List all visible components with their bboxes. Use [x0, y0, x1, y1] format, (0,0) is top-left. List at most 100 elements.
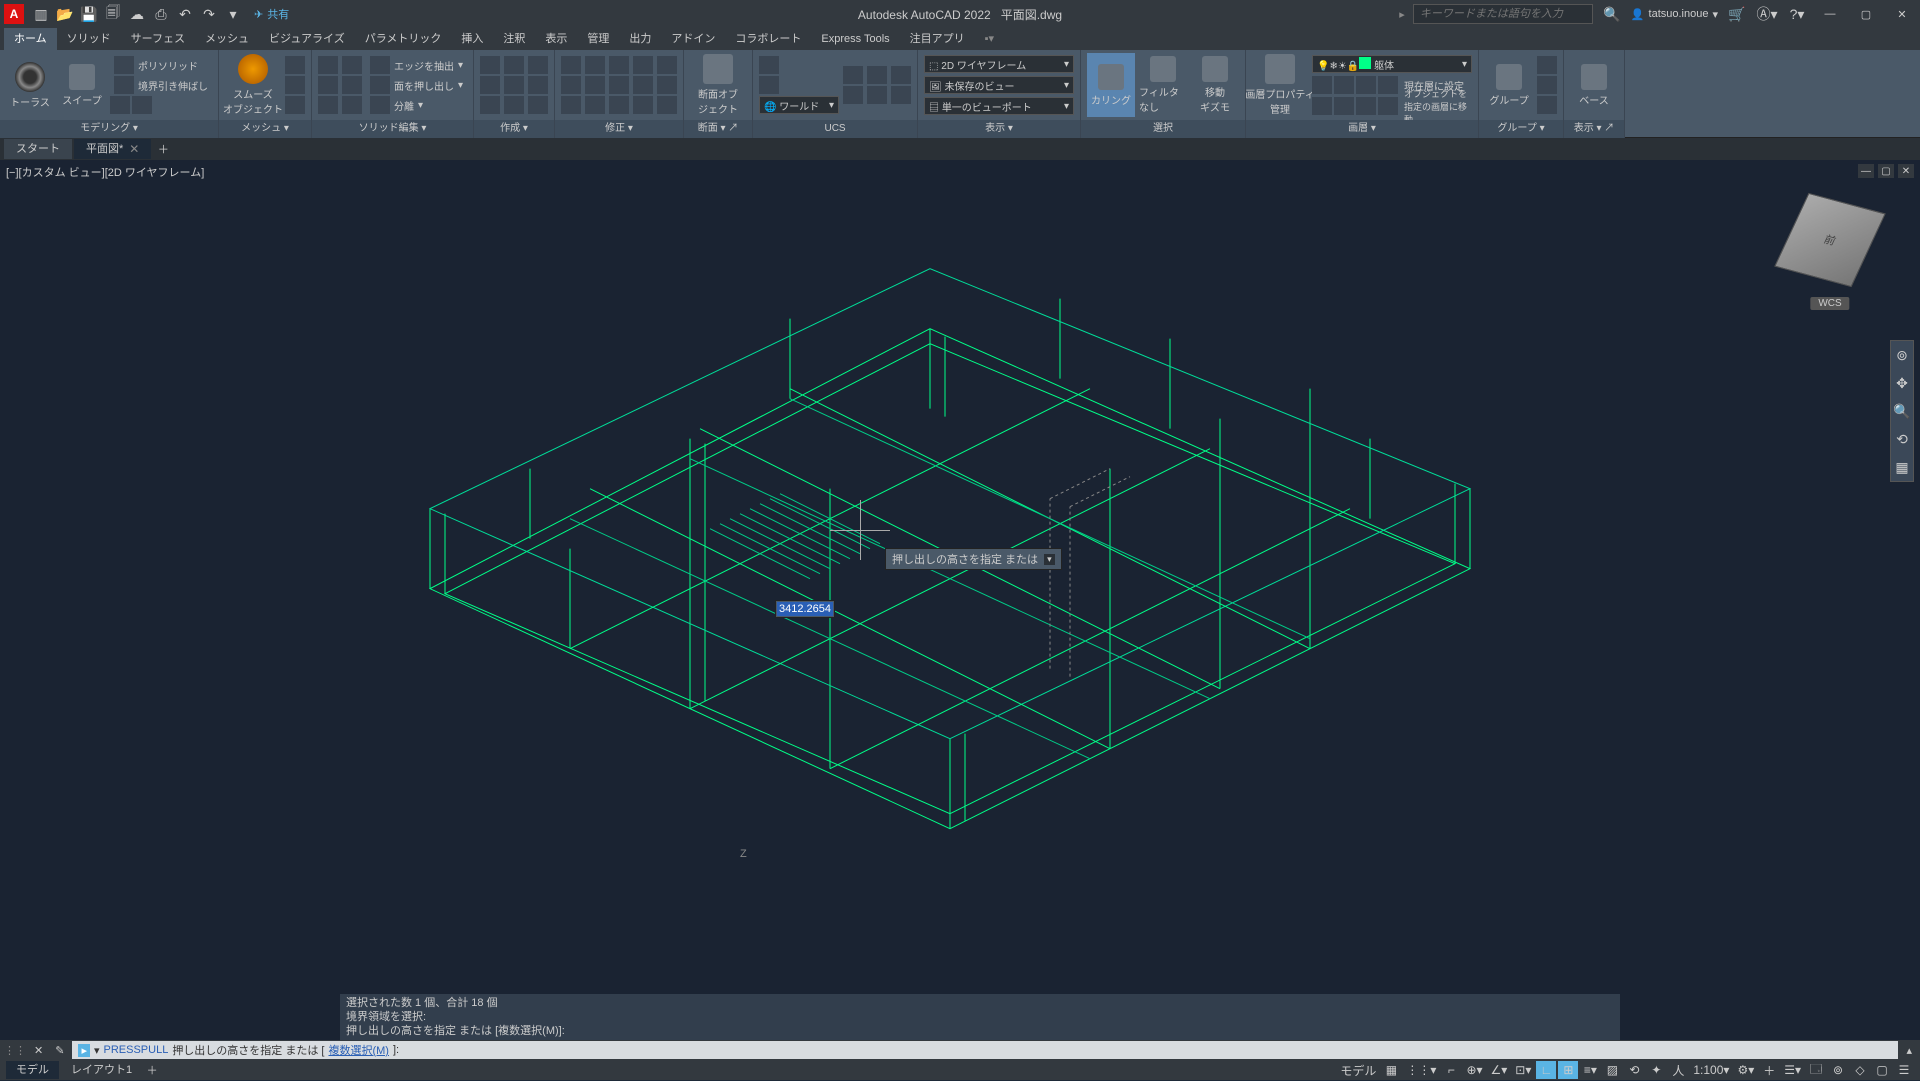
filter-button[interactable]: フィルタなし — [1139, 53, 1187, 117]
qat-undo-icon[interactable]: ↶ — [174, 3, 196, 25]
panel-title-create[interactable]: 作成 ▾ — [474, 120, 554, 138]
visualstyle-dropdown[interactable]: ⬚ 2D ワイヤフレーム▾ — [924, 55, 1074, 73]
annomon-icon[interactable]: 🗔 — [1806, 1061, 1826, 1079]
viewport[interactable]: [−][カスタム ビュー][2D ワイヤフレーム] — ▢ ✕ 前 WCS ⊚ … — [0, 160, 1920, 1040]
command-option-link[interactable]: 複数選択(M) — [328, 1042, 389, 1058]
cart-icon[interactable]: 🛒 — [1726, 3, 1748, 25]
group-button[interactable]: グループ — [1485, 53, 1533, 117]
ucs-m2[interactable] — [759, 76, 779, 94]
mirror-icon[interactable] — [585, 76, 605, 94]
torus-button[interactable]: トーラス — [6, 53, 54, 117]
qat-plot-icon[interactable]: ⎙ — [150, 3, 172, 25]
se-m1[interactable] — [318, 56, 338, 74]
vp-minimize-icon[interactable]: — — [1858, 164, 1874, 178]
cycle-icon[interactable]: ⟲ — [1624, 1061, 1644, 1079]
ucs-m8[interactable] — [891, 86, 911, 104]
vp-close-icon[interactable]: ✕ — [1898, 164, 1914, 178]
transparency-icon[interactable]: ▨ — [1602, 1061, 1622, 1079]
ws-icon[interactable]: ☰▾ — [1781, 1061, 1804, 1079]
ucs-m7[interactable] — [891, 66, 911, 84]
clean-icon[interactable]: ▢ — [1872, 1061, 1892, 1079]
tab-annotate[interactable]: 注釈 — [493, 28, 535, 50]
ucs-m6[interactable] — [867, 86, 887, 104]
custom-icon[interactable]: ☰ — [1894, 1061, 1914, 1079]
panel-title-group[interactable]: グループ ▾ — [1479, 120, 1563, 138]
layer-dropdown[interactable]: 💡❄☀🔒 躯体▾ — [1312, 55, 1472, 73]
height-input[interactable] — [777, 602, 833, 616]
layer-m1[interactable] — [1312, 76, 1332, 94]
polyline-icon[interactable] — [480, 76, 500, 94]
trim-icon[interactable] — [609, 56, 629, 74]
hatch-icon[interactable] — [528, 76, 548, 94]
split-button[interactable]: 分離 ▾ — [366, 96, 467, 114]
iso-icon[interactable]: ∠▾ — [1488, 1061, 1511, 1079]
mod-m2[interactable] — [633, 76, 653, 94]
section-button[interactable]: 断面オブ ジェクト — [690, 53, 746, 117]
annot-icon[interactable]: 人 — [1668, 1061, 1688, 1079]
panel-title-solidedit[interactable]: ソリッド編集 ▾ — [312, 120, 473, 138]
cmd-history-toggle-icon[interactable]: ▴ — [1902, 1044, 1916, 1057]
panel-title-modeling[interactable]: モデリング ▾ — [0, 120, 218, 138]
se-m4[interactable] — [342, 56, 362, 74]
scale-icon[interactable] — [585, 96, 605, 114]
panel-title-modify[interactable]: 修正 ▾ — [555, 120, 683, 138]
qat-open-icon[interactable]: 📂 — [54, 3, 76, 25]
view-dropdown[interactable]: 🖼 未保存のビュー▾ — [924, 76, 1074, 94]
layer-m3[interactable] — [1356, 76, 1376, 94]
add-layout-button[interactable]: ＋ — [144, 1062, 160, 1078]
tab-collaborate[interactable]: コラボレート — [725, 28, 811, 50]
command-input[interactable]: ▸ ▾ PRESSPULL 押し出しの高さを指定 または [複数選択(M)]: — [72, 1041, 1898, 1059]
panel-title-select[interactable]: 選択 — [1081, 120, 1245, 138]
qat-webmobile-icon[interactable]: ☁ — [126, 3, 148, 25]
base-button[interactable]: ベース — [1570, 53, 1618, 117]
mod-m4[interactable] — [657, 56, 677, 74]
nav-orbit-icon[interactable]: ⟲ — [1891, 425, 1913, 453]
search-icon[interactable]: 🔍 — [1601, 3, 1623, 25]
ucs-m5[interactable] — [867, 66, 887, 84]
qat-new-icon[interactable]: ▥ — [30, 3, 52, 25]
app-logo[interactable]: A — [4, 4, 24, 24]
mod-m1[interactable] — [633, 56, 653, 74]
app-icon[interactable]: Ⓐ▾ — [1756, 3, 1778, 25]
layer-m4[interactable] — [1378, 76, 1398, 94]
gear-icon[interactable]: ⚙▾ — [1734, 1061, 1757, 1079]
panel-title-display[interactable]: 表示 ▾ — [918, 120, 1080, 138]
ucs-m3[interactable] — [843, 66, 863, 84]
osnap-icon[interactable]: ⊡▾ — [1512, 1061, 1534, 1079]
dyn-icon[interactable]: ⊞ — [1558, 1061, 1578, 1079]
mesh-m2[interactable] — [285, 76, 305, 94]
smooth-button[interactable]: スムーズ オブジェクト — [225, 53, 281, 117]
array-icon[interactable] — [609, 96, 629, 114]
grid-icon[interactable]: ▦ — [1381, 1061, 1401, 1079]
point-icon[interactable] — [528, 96, 548, 114]
panel-title-ucs[interactable]: UCS — [753, 120, 917, 138]
3dosnap-icon[interactable]: ✦ — [1646, 1061, 1666, 1079]
snap-icon[interactable]: ⋮⋮▾ — [1403, 1061, 1439, 1079]
se-m6[interactable] — [342, 96, 362, 114]
tab-visualize[interactable]: ビジュアライズ — [259, 28, 355, 50]
tab-insert[interactable]: 挿入 — [451, 28, 493, 50]
line-icon[interactable] — [480, 56, 500, 74]
ucs-m4[interactable] — [843, 86, 863, 104]
rotate-icon[interactable] — [585, 56, 605, 74]
panel-title-mesh[interactable]: メッシュ ▾ — [219, 120, 311, 138]
grp-m3[interactable] — [1537, 96, 1557, 114]
grp-m2[interactable] — [1537, 76, 1557, 94]
mesh-m3[interactable] — [285, 96, 305, 114]
status-tab-layout1[interactable]: レイアウト1 — [61, 1061, 142, 1079]
cmd-close-icon[interactable]: ✕ — [30, 1044, 47, 1057]
scale-display[interactable]: 1:100 ▾ — [1690, 1061, 1732, 1079]
grp-m1[interactable] — [1537, 56, 1557, 74]
zoom-plus-icon[interactable]: ＋ — [1759, 1061, 1779, 1079]
panel-title-layer[interactable]: 画層 ▾ — [1246, 120, 1478, 138]
viewcube[interactable]: 前 — [1774, 193, 1886, 287]
mod-m3[interactable] — [633, 96, 653, 114]
nav-zoom-icon[interactable]: 🔍 — [1891, 397, 1913, 425]
prompt-options-icon[interactable]: ▾ — [1044, 554, 1055, 565]
mesh-m1[interactable] — [285, 56, 305, 74]
qat-saveas-icon[interactable]: 🗐 — [102, 3, 124, 25]
mod-m5[interactable] — [657, 76, 677, 94]
sweep-button[interactable]: スイープ — [58, 53, 106, 117]
nav-wheel-icon[interactable]: ⊚ — [1891, 341, 1913, 369]
fillet-icon[interactable] — [609, 76, 629, 94]
